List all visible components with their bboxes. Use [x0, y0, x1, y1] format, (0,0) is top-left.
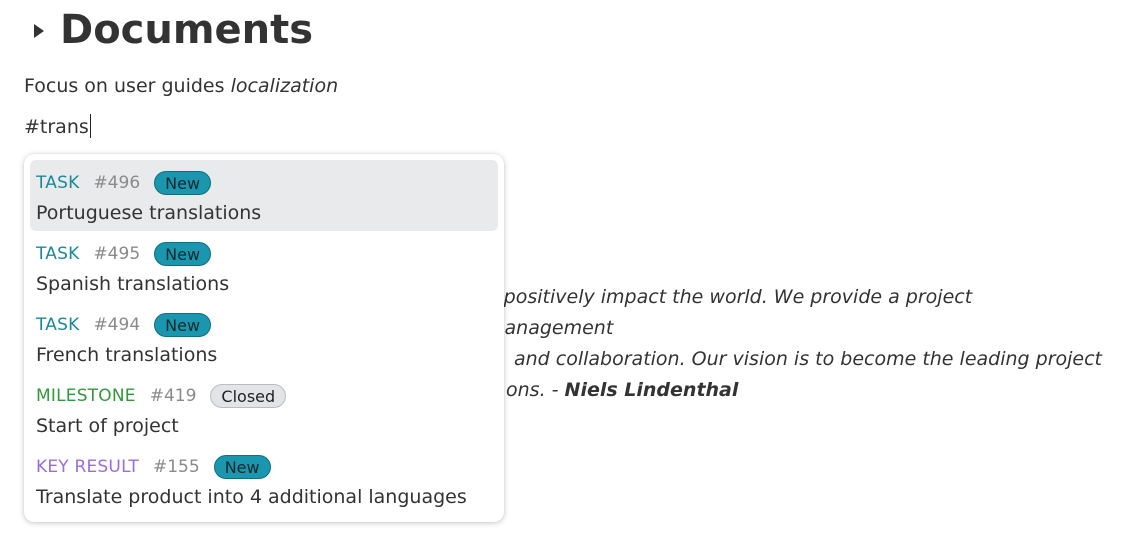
quote-author: Niels Lindenthal [564, 379, 739, 401]
editor-input-line[interactable]: #trans [24, 113, 91, 141]
status-badge: New [213, 455, 271, 479]
item-number: #496 [93, 173, 141, 193]
collapse-caret-icon[interactable] [34, 24, 44, 38]
status-badge: Closed [210, 384, 287, 408]
suggestion-meta: MILESTONE #419 Closed [36, 382, 492, 410]
page-title: Documents [60, 7, 314, 53]
suggestion-item[interactable]: TASK #494 New French translations [30, 302, 498, 373]
lead-paragraph: Focus on user guides localization [24, 72, 338, 100]
item-title: Translate product into 4 additional lang… [36, 486, 467, 508]
item-number: #419 [149, 386, 197, 406]
suggestion-meta: TASK #495 New [36, 240, 492, 268]
status-badge: New [154, 242, 212, 266]
suggestion-item[interactable]: KEY RESULT #155 New Translate product in… [30, 444, 498, 515]
text-cursor [89, 114, 91, 138]
suggestion-item[interactable]: TASK #496 New Portuguese translations [30, 160, 498, 231]
item-type: TASK [36, 244, 80, 264]
item-title: Portuguese translations [36, 202, 262, 224]
item-number: #495 [93, 244, 141, 264]
item-type: KEY RESULT [36, 457, 139, 477]
lead-emphasis: localization [230, 75, 339, 97]
suggestion-item[interactable]: MILESTONE #419 Closed Start of project [30, 373, 498, 444]
quote-line-3-text: ons. - [506, 379, 565, 401]
page: Documents Focus on user guides localizat… [0, 0, 1132, 538]
status-badge: New [154, 313, 212, 337]
item-type: TASK [36, 315, 80, 335]
suggestion-meta: KEY RESULT #155 New [36, 453, 492, 481]
item-type: MILESTONE [36, 386, 136, 406]
item-title: Start of project [36, 415, 179, 437]
suggestion-meta: TASK #494 New [36, 311, 492, 339]
typed-text: #trans [24, 116, 89, 138]
item-title: Spanish translations [36, 273, 230, 295]
suggestion-meta: TASK #496 New [36, 169, 492, 197]
item-number: #494 [93, 315, 141, 335]
status-badge: New [154, 171, 212, 195]
suggestion-item[interactable]: TASK #495 New Spanish translations [30, 231, 498, 302]
item-type: TASK [36, 173, 80, 193]
item-number: #155 [152, 457, 200, 477]
mention-suggestion-popup: TASK #496 New Portuguese translations TA… [24, 154, 504, 522]
lead-text: Focus on user guides [24, 75, 231, 97]
documents-heading: Documents [34, 4, 313, 56]
item-title: French translations [36, 344, 218, 366]
